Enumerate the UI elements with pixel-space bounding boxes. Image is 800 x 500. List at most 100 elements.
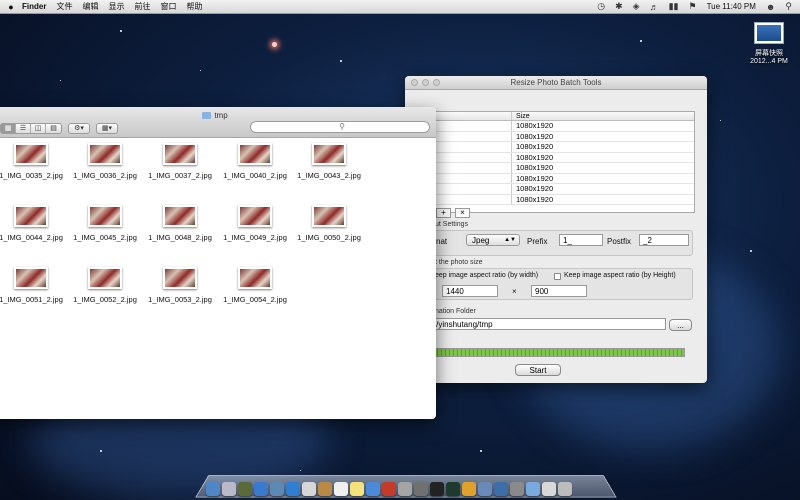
calendar-dock-icon[interactable] — [334, 482, 348, 496]
downloads-dock-icon[interactable] — [526, 482, 540, 496]
close-button[interactable] — [411, 79, 418, 86]
menu-edit[interactable]: 编辑 — [82, 1, 98, 12]
menu-window[interactable]: 窗口 — [160, 1, 176, 12]
battery-icon[interactable]: ▮▮ — [669, 1, 679, 12]
file-item[interactable]: 1_IMG_0044_2.jpg — [0, 205, 68, 242]
menu-view[interactable]: 显示 — [108, 1, 124, 12]
coverflow-view-icon[interactable]: ▤ — [46, 124, 61, 133]
apple-menu-icon[interactable]: ● — [0, 2, 22, 12]
launchpad-dock-icon[interactable] — [222, 482, 236, 496]
table-row[interactable]: 00431080x1920 — [406, 163, 694, 174]
itunes-dock-icon[interactable] — [366, 482, 380, 496]
file-name: 1_IMG_0035_2.jpg — [0, 171, 63, 180]
jpg-thumbnail-icon — [88, 143, 122, 165]
browse-button[interactable]: ... — [669, 319, 692, 331]
action-gear-icon[interactable]: ⚙▾ — [68, 123, 90, 134]
activity-monitor-dock-icon[interactable] — [446, 482, 460, 496]
menu-file[interactable]: 文件 — [56, 1, 72, 12]
destination-input[interactable]: ers/yinshutang/tmp — [421, 318, 666, 330]
table-row[interactable]: 00481080x1920 — [406, 194, 694, 205]
tool-titlebar[interactable]: Resize Photo Batch Tools — [405, 76, 707, 90]
column-size[interactable]: Size — [512, 112, 530, 120]
volume-icon[interactable]: ♬ — [650, 2, 659, 12]
arrange-icon[interactable]: ▦▾ — [96, 123, 118, 134]
postfix-input[interactable]: _2 — [639, 234, 689, 246]
bluetooth-icon[interactable]: ✱ — [615, 1, 623, 12]
file-item[interactable]: 1_IMG_0036_2.jpg — [68, 143, 142, 180]
preview-dock-icon[interactable] — [414, 482, 428, 496]
menubar-clock[interactable]: Tue 11:40 PM — [707, 2, 756, 11]
mail-dock-icon[interactable] — [270, 482, 284, 496]
table-row[interactable]: 00451080x1920 — [406, 184, 694, 195]
documents-dock-icon[interactable] — [542, 482, 556, 496]
finder-dock-icon[interactable] — [206, 482, 220, 496]
file-item[interactable]: 1_IMG_0051_2.jpg — [0, 267, 68, 304]
remove-file-button[interactable]: × — [455, 208, 470, 218]
destination-label: nation Folder — [435, 308, 476, 315]
file-item[interactable]: 1_IMG_0050_2.jpg — [292, 205, 366, 242]
table-row[interactable]: 00351080x1920 — [406, 121, 694, 132]
finder-titlebar[interactable]: tmp ▦ ☰ ◫ ▤ ⚙▾ ▦▾ ⚲ — [0, 107, 436, 138]
prefix-input[interactable]: 1_ — [559, 234, 603, 246]
safari-dock-icon[interactable] — [286, 482, 300, 496]
file-name: 1_IMG_0054_2.jpg — [223, 295, 287, 304]
wifi-icon[interactable]: ◈ — [633, 1, 640, 12]
add-file-button[interactable]: + — [436, 208, 451, 218]
output-settings-label: ut Settings — [435, 221, 469, 228]
file-table[interactable]: Name Size 00351080x1920 00361080x1920 00… — [405, 111, 695, 213]
keep-height-checkbox[interactable] — [554, 273, 561, 280]
time-machine-icon[interactable]: ◷ — [597, 1, 605, 12]
app-menu-finder[interactable]: Finder — [22, 2, 46, 11]
file-item[interactable]: 1_IMG_0043_2.jpg — [292, 143, 366, 180]
table-row[interactable]: 00361080x1920 — [406, 131, 694, 142]
search-input[interactable]: ⚲ — [250, 121, 430, 133]
table-row[interactable]: 00401080x1920 — [406, 152, 694, 163]
file-item[interactable]: 1_IMG_0037_2.jpg — [143, 143, 217, 180]
desktop-screenshot-file[interactable]: 屏幕快照 2012...4 PM — [746, 22, 792, 65]
file-item[interactable]: 1_IMG_0052_2.jpg — [68, 267, 142, 304]
list-view-icon[interactable]: ☰ — [16, 124, 31, 133]
start-button[interactable]: Start — [515, 364, 561, 376]
icon-view-icon[interactable]: ▦ — [1, 124, 16, 133]
photo-booth-dock-icon[interactable] — [382, 482, 396, 496]
zoom-button[interactable] — [433, 79, 440, 86]
table-row[interactable]: 00371080x1920 — [406, 142, 694, 153]
notes-dock-icon[interactable] — [350, 482, 364, 496]
file-name: 1_IMG_0043_2.jpg — [297, 171, 361, 180]
app-dock-icon[interactable] — [494, 482, 508, 496]
chrome-dock-icon[interactable] — [462, 482, 476, 496]
menu-help[interactable]: 帮助 — [186, 1, 202, 12]
system-prefs-dock-icon[interactable] — [398, 482, 412, 496]
terminal-dock-icon[interactable] — [430, 482, 444, 496]
mission-control-dock-icon[interactable] — [238, 482, 252, 496]
keep-height-label[interactable]: Keep image aspect ratio (by Height) — [564, 272, 676, 279]
trash-dock-icon[interactable] — [558, 482, 572, 496]
table-row[interactable]: 00441080x1920 — [406, 173, 694, 184]
keep-width-label[interactable]: eep image aspect ratio (by width) — [435, 272, 538, 279]
file-item[interactable]: 1_IMG_0048_2.jpg — [143, 205, 217, 242]
file-item[interactable]: 1_IMG_0049_2.jpg — [218, 205, 292, 242]
user-icon[interactable]: ☻ — [766, 2, 775, 12]
app-store-dock-icon[interactable] — [254, 482, 268, 496]
height-input[interactable]: 900 — [531, 285, 587, 297]
file-item[interactable]: 1_IMG_0040_2.jpg — [218, 143, 292, 180]
file-item[interactable]: 1_IMG_0054_2.jpg — [218, 267, 292, 304]
file-item[interactable]: 1_IMG_0053_2.jpg — [143, 267, 217, 304]
column-view-icon[interactable]: ◫ — [31, 124, 46, 133]
utility-dock-icon[interactable] — [510, 482, 524, 496]
width-input[interactable]: 1440 — [442, 285, 498, 297]
file-item[interactable]: 1_IMG_0045_2.jpg — [68, 205, 142, 242]
xcode-dock-icon[interactable] — [478, 482, 492, 496]
spotlight-icon[interactable]: ⚲ — [785, 1, 792, 12]
contacts-dock-icon[interactable] — [318, 482, 332, 496]
times-sign: × — [512, 287, 517, 296]
format-select[interactable]: Jpeg ▲▼ — [466, 234, 520, 246]
menu-go[interactable]: 前往 — [134, 1, 150, 12]
input-flag-icon[interactable]: ⚑ — [688, 1, 696, 12]
facetime-dock-icon[interactable] — [302, 482, 316, 496]
size-settings-label: t the photo size — [435, 259, 483, 266]
finder-window: tmp ▦ ☰ ◫ ▤ ⚙▾ ▦▾ ⚲ 1_IMG_0035_2.jpg 1_IM… — [0, 107, 436, 419]
jpg-thumbnail-icon — [312, 205, 346, 227]
file-item[interactable]: 1_IMG_0035_2.jpg — [0, 143, 68, 180]
minimize-button[interactable] — [422, 79, 429, 86]
